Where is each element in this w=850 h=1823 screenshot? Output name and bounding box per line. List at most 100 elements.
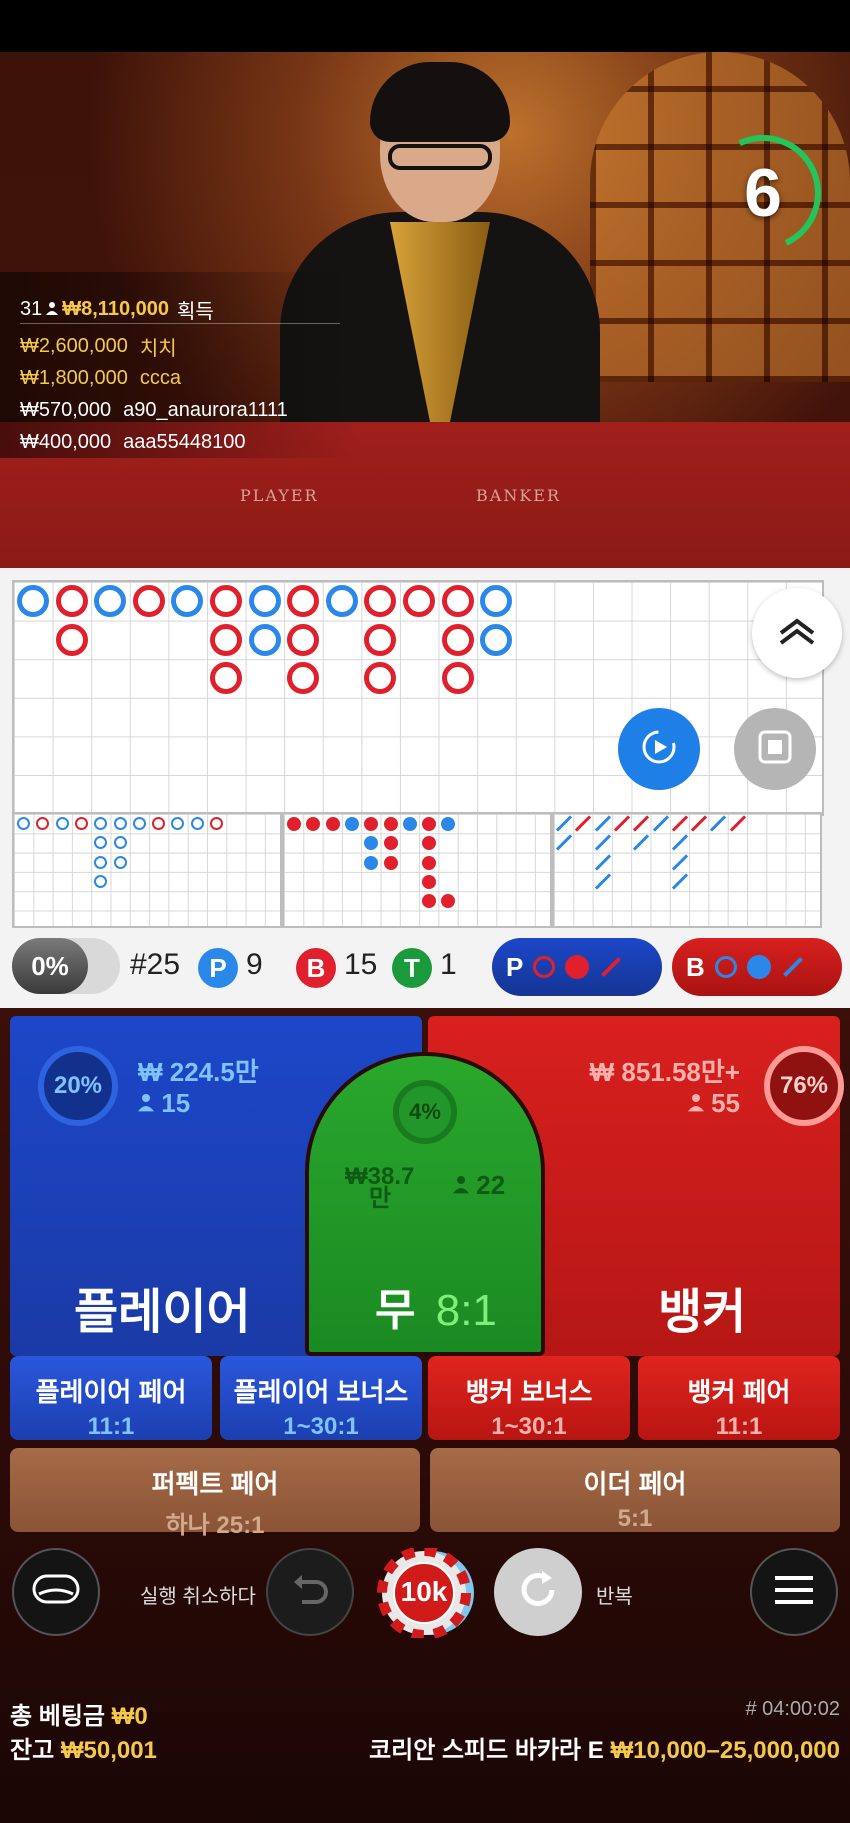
banker-bead: [441, 623, 474, 656]
chip-selector[interactable]: 10k: [372, 1546, 476, 1640]
player-bead: [17, 585, 49, 617]
live-video: PLAYER BANKER 31 ₩8,110,000 획득 ₩2,600,00…: [0, 52, 850, 568]
menu-icon: [773, 1573, 815, 1612]
undo-label: 실행 취소하다: [140, 1586, 256, 1608]
small-road-mark: [306, 817, 321, 831]
big-eye-mark: [36, 817, 50, 830]
player-bet-amount: ₩ 224.5만: [138, 1057, 259, 1087]
big-eye-mark: [113, 836, 127, 850]
player-title: 플레이어: [74, 1286, 251, 1339]
big-eye-mark: [74, 817, 88, 830]
collapse-roadmap-button[interactable]: [752, 588, 842, 678]
person-icon: [138, 1088, 154, 1118]
small-road-mark: [422, 836, 437, 851]
small-road-mark: [383, 836, 398, 851]
player-count: 9: [246, 948, 263, 981]
player-pair-bet[interactable]: 플레이어 페어 11:1: [10, 1356, 212, 1440]
replay-video-icon: [638, 726, 680, 773]
cockroach-mark: [555, 834, 573, 851]
banker-bonus-bet[interactable]: 뱅커 보너스 1~30:1: [428, 1356, 630, 1440]
cockroach-mark: [555, 815, 573, 832]
cockroach-mark: [729, 815, 746, 832]
predict-player-button[interactable]: P: [492, 938, 662, 996]
chat-icon: [31, 1572, 81, 1613]
winner-count: 31: [20, 298, 43, 320]
small-road-mark: [422, 855, 437, 870]
menu-button[interactable]: [750, 1548, 838, 1636]
player-bonus-bet[interactable]: 플레이어 보너스 1~30:1: [220, 1356, 422, 1440]
winner-row: ₩400,000 aaa55448100: [20, 430, 246, 453]
winner-row: ₩570,000 a90_anaurora1111: [20, 398, 288, 421]
either-pair-bet[interactable]: 이더 페어 5:1: [430, 1448, 840, 1532]
banker-bead: [364, 662, 397, 695]
table-label-banker: BANKER: [476, 486, 561, 505]
big-eye-mark: [152, 817, 166, 830]
cockroach-mark: [710, 815, 727, 832]
person-icon: [46, 298, 59, 321]
banker-bead: [364, 585, 397, 617]
percent-toggle[interactable]: 0%: [12, 938, 120, 994]
banker-bead: [55, 623, 88, 656]
player-bead: [325, 585, 358, 617]
cockroach-mark: [594, 834, 611, 851]
table-limits: ₩10,000–25,000,000: [610, 1737, 840, 1764]
banker-bettors: 55: [687, 1088, 740, 1119]
person-icon: [687, 1088, 704, 1118]
banker-bead: [441, 662, 474, 695]
big-eye-road[interactable]: [12, 812, 282, 928]
balance-value: ₩50,001: [60, 1737, 157, 1764]
tie-bet-spot[interactable]: 4% ₩38.7 만 22 무 8:1: [305, 1052, 545, 1356]
cockroach-mark: [633, 815, 650, 832]
person-icon: [453, 1170, 469, 1200]
small-road[interactable]: [282, 812, 552, 928]
player-bead: [94, 585, 127, 617]
tie-title: 무 8:1: [375, 1286, 497, 1335]
banker-count-icon: B: [296, 948, 336, 988]
banker-bead: [132, 585, 165, 617]
big-eye-mark: [17, 817, 30, 830]
tie-count: 1: [440, 948, 457, 981]
tie-percent: 4%: [393, 1080, 457, 1144]
small-road-mark: [422, 894, 437, 909]
predict-banker-button[interactable]: B: [672, 938, 842, 996]
winner-total: ₩8,110,000: [62, 298, 169, 320]
cockroach-mark: [671, 853, 688, 871]
small-road-mark: [325, 817, 340, 831]
banker-pair-bet[interactable]: 뱅커 페어 11:1: [638, 1356, 840, 1440]
banker-bead: [403, 585, 435, 617]
undo-button[interactable]: [266, 1548, 354, 1636]
player-bead: [248, 585, 281, 617]
cockroach-mark: [613, 815, 631, 832]
stop-video-icon: [756, 728, 794, 771]
small-road-mark: [364, 836, 379, 851]
big-eye-mark: [94, 855, 108, 869]
banker-bead: [287, 585, 320, 617]
balance: 잔고 ₩50,001: [10, 1737, 157, 1764]
table-info: 코리안 스피드 바카라 E ₩10,000–25,000,000: [369, 1730, 840, 1765]
betting-area: 20% ₩ 224.5만 15 플레이어 ₩ 851.58만+ 55 76% 뱅…: [0, 1008, 850, 1823]
cockroach-mark: [671, 873, 688, 890]
percent-value: 0%: [12, 938, 88, 994]
big-road[interactable]: [12, 580, 824, 816]
banker-percent: 76%: [764, 1046, 844, 1126]
banker-title: 뱅커: [658, 1286, 747, 1339]
big-eye-mark: [94, 836, 108, 850]
player-bead: [248, 623, 281, 656]
banker-bead: [55, 585, 88, 617]
repeat-icon: [516, 1568, 560, 1617]
small-road-mark: [364, 855, 379, 870]
stop-video-button[interactable]: [734, 708, 816, 790]
player-bettors: 15: [138, 1088, 190, 1119]
perfect-pair-bet[interactable]: 퍼펙트 페어 하나 25:1: [10, 1448, 420, 1539]
collapse-up-icon: [777, 615, 817, 652]
round-number: #25: [130, 948, 181, 981]
small-road-mark: [441, 894, 456, 909]
replay-video-button[interactable]: [618, 708, 700, 790]
repeat-button[interactable]: [494, 1548, 582, 1636]
player-percent: 20%: [38, 1046, 118, 1126]
chat-button[interactable]: [12, 1548, 100, 1636]
table-label-player: PLAYER: [240, 486, 319, 505]
small-road-mark: [383, 817, 398, 831]
small-road-mark: [422, 874, 437, 889]
cockroach-road[interactable]: [552, 812, 822, 928]
